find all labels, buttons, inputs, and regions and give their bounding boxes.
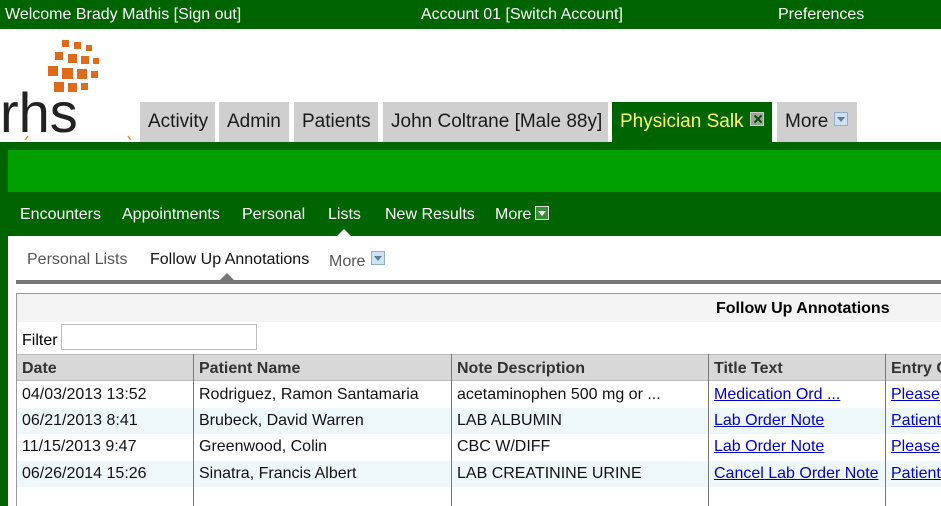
tab-admin[interactable]: Admin — [219, 102, 289, 142]
switch-account-link[interactable]: Account 01 [Switch Account] — [421, 6, 623, 24]
subtab-more[interactable]: More — [329, 251, 386, 271]
filter-label: Filter — [22, 332, 58, 349]
column-divider — [885, 354, 886, 506]
subnav-encounters[interactable]: Encounters — [20, 206, 101, 224]
tab-label: Physician Salk — [620, 111, 744, 132]
subnav-personal[interactable]: Personal — [242, 206, 305, 224]
cell-patient-name: Rodriguez, Ramon Santamaria — [199, 386, 419, 403]
subnav-appointments[interactable]: Appointments — [122, 206, 220, 224]
preferences-link[interactable]: Preferences — [778, 6, 864, 24]
title-text-link[interactable]: Lab Order Note — [714, 412, 824, 430]
tab-label: Admin — [227, 111, 281, 132]
rhs-logo: rhs — [0, 36, 141, 236]
subnav-lists[interactable]: Lists — [328, 206, 361, 224]
cell-patient-name: Greenwood, Colin — [199, 438, 328, 455]
entry-link[interactable]: Please — [891, 386, 940, 404]
active-indicator — [337, 229, 351, 236]
column-header-entry[interactable]: Entry C — [891, 360, 941, 378]
tab-label: Patients — [302, 111, 371, 132]
active-subtab-indicator — [220, 273, 234, 280]
cell-note-description: LAB ALBUMIN — [457, 412, 562, 429]
top-bar: Welcome Brady Mathis [Sign out] Account … — [0, 0, 941, 29]
chevron-down-icon — [371, 251, 386, 265]
title-text-link[interactable]: Lab Order Note — [714, 438, 824, 456]
cell-date: 11/15/2013 9:47 — [22, 438, 137, 455]
cell-note-description: CBC W/DIFF — [457, 438, 551, 455]
chevron-down-icon — [535, 206, 550, 220]
annotations-panel: Follow Up Annotations Filter Date Patien… — [16, 293, 941, 506]
tab-more[interactable]: More — [777, 102, 857, 142]
panel-header: Follow Up Annotations — [17, 294, 941, 322]
subnav-more-label: More — [495, 206, 532, 223]
table-row[interactable]: 04/03/2013 13:52 Rodriguez, Ramon Santam… — [17, 382, 941, 408]
entry-link[interactable]: Patient — [891, 412, 941, 430]
tab-activity[interactable]: Activity — [140, 102, 215, 142]
table-row[interactable]: 11/15/2013 9:47 Greenwood, Colin CBC W/D… — [17, 434, 941, 460]
divider — [16, 280, 941, 284]
cell-note-description: LAB CREATININE URINE — [457, 465, 642, 482]
cell-date: 06/21/2013 8:41 — [22, 412, 138, 429]
table-row[interactable]: 06/21/2013 8:41 Brubeck, David Warren LA… — [17, 408, 941, 434]
tab-physician-salk[interactable]: Physician Salk — [612, 102, 772, 142]
cell-note-description: acetaminophen 500 mg or ... — [457, 386, 661, 403]
column-divider — [451, 354, 452, 506]
cell-patient-name: Sinatra, Francis Albert — [199, 465, 357, 482]
title-text-link[interactable]: Cancel Lab Order Note — [714, 465, 879, 483]
subnav-more[interactable]: More — [495, 206, 550, 224]
cell-patient-name: Brubeck, David Warren — [199, 412, 364, 429]
sub-nav: Encounters Appointments Personal Lists N… — [8, 196, 941, 236]
column-divider — [708, 354, 709, 506]
filter-input[interactable] — [61, 324, 257, 350]
logo-wordmark: rhs — [0, 81, 78, 140]
title-text-link[interactable]: Medication Ord ... — [714, 386, 840, 404]
tab-patient-john-coltrane[interactable]: John Coltrane [Male 88y] — [383, 102, 608, 142]
column-header-title-text[interactable]: Title Text — [714, 360, 783, 378]
cell-date: 06/26/2014 15:26 — [22, 465, 147, 482]
column-header-note-description[interactable]: Note Description — [457, 360, 585, 378]
subtab-follow-up-annotations[interactable]: Follow Up Annotations — [150, 251, 309, 269]
column-header-date[interactable]: Date — [22, 360, 57, 378]
entry-link[interactable]: Please — [891, 438, 940, 456]
cell-date: 04/03/2013 13:52 — [22, 386, 147, 403]
content-area: Personal Lists Follow Up Annotations Mor… — [8, 236, 941, 506]
entry-link[interactable]: Patient — [891, 465, 941, 483]
subtab-more-label: More — [329, 253, 366, 270]
panel-title: Follow Up Annotations — [716, 300, 890, 317]
table-header: Date Patient Name Note Description Title… — [17, 354, 941, 381]
tab-label: Activity — [148, 111, 209, 132]
table-row[interactable]: 06/26/2014 15:26 Sinatra, Francis Albert… — [17, 461, 941, 487]
subnav-new-results[interactable]: New Results — [385, 206, 475, 224]
tab-patients[interactable]: Patients — [294, 102, 378, 142]
title-band — [8, 150, 941, 192]
tab-label: More — [785, 111, 829, 132]
column-divider — [193, 354, 194, 506]
subtab-personal-lists[interactable]: Personal Lists — [27, 251, 128, 269]
chevron-down-icon — [834, 112, 849, 126]
close-icon[interactable] — [749, 112, 764, 126]
tab-label: John Coltrane [Male 88y] — [391, 111, 603, 132]
column-header-patient-name[interactable]: Patient Name — [199, 360, 300, 378]
welcome-sign-out-link[interactable]: Welcome Brady Mathis [Sign out] — [5, 6, 241, 24]
